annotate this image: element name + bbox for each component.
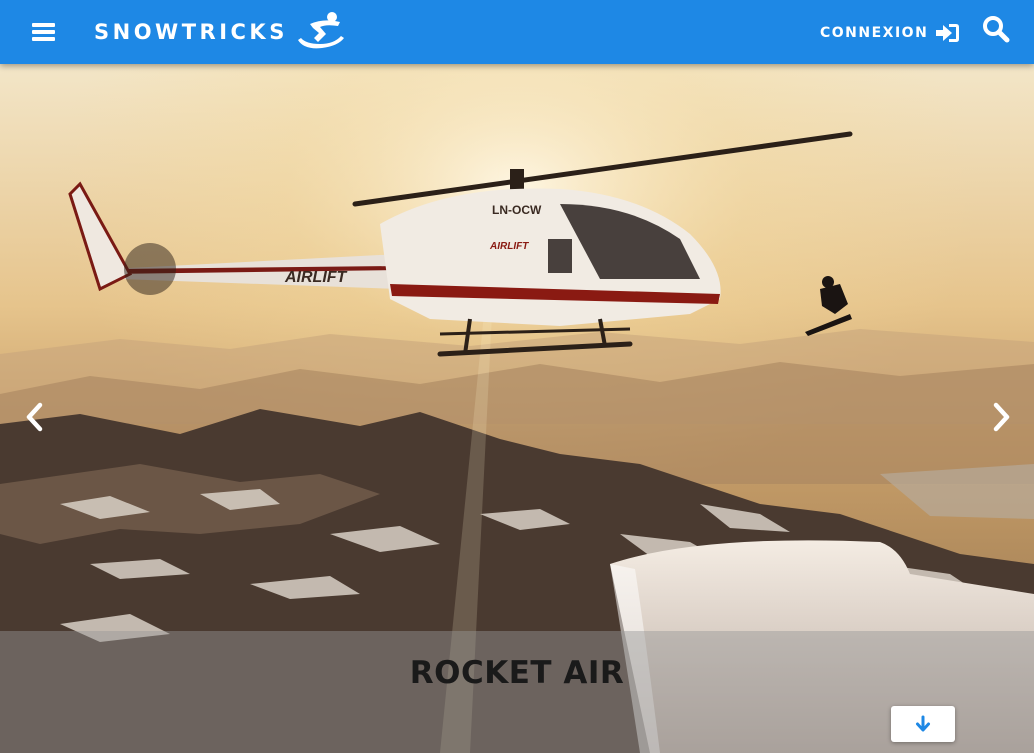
svg-text:AIRLIFT: AIRLIFT: [489, 241, 529, 252]
trick-title: ROCKET AIR: [409, 655, 625, 691]
scroll-down-button[interactable]: [891, 706, 955, 742]
svg-text:LN-OCW: LN-OCW: [492, 203, 542, 217]
sign-in-icon: [936, 24, 960, 42]
brand-link[interactable]: SNOWTRICKS: [94, 10, 348, 54]
login-label: CONNEXION: [820, 25, 929, 41]
title-band: [0, 631, 1034, 753]
search-icon[interactable]: [982, 14, 1010, 44]
snowboarder-logo-icon: [297, 12, 344, 49]
navbar: SNOWTRICKS CONNEXION: [0, 0, 1034, 64]
hamburger-menu-icon[interactable]: [28, 14, 60, 50]
chevron-right-icon[interactable]: [988, 400, 1014, 434]
brand-label: SNOWTRICKS: [94, 20, 288, 44]
login-link[interactable]: CONNEXION: [820, 20, 960, 46]
arrow-down-icon: [916, 715, 930, 732]
chevron-left-icon[interactable]: [22, 400, 48, 434]
svg-text:AIRLIFT: AIRLIFT: [284, 269, 348, 286]
